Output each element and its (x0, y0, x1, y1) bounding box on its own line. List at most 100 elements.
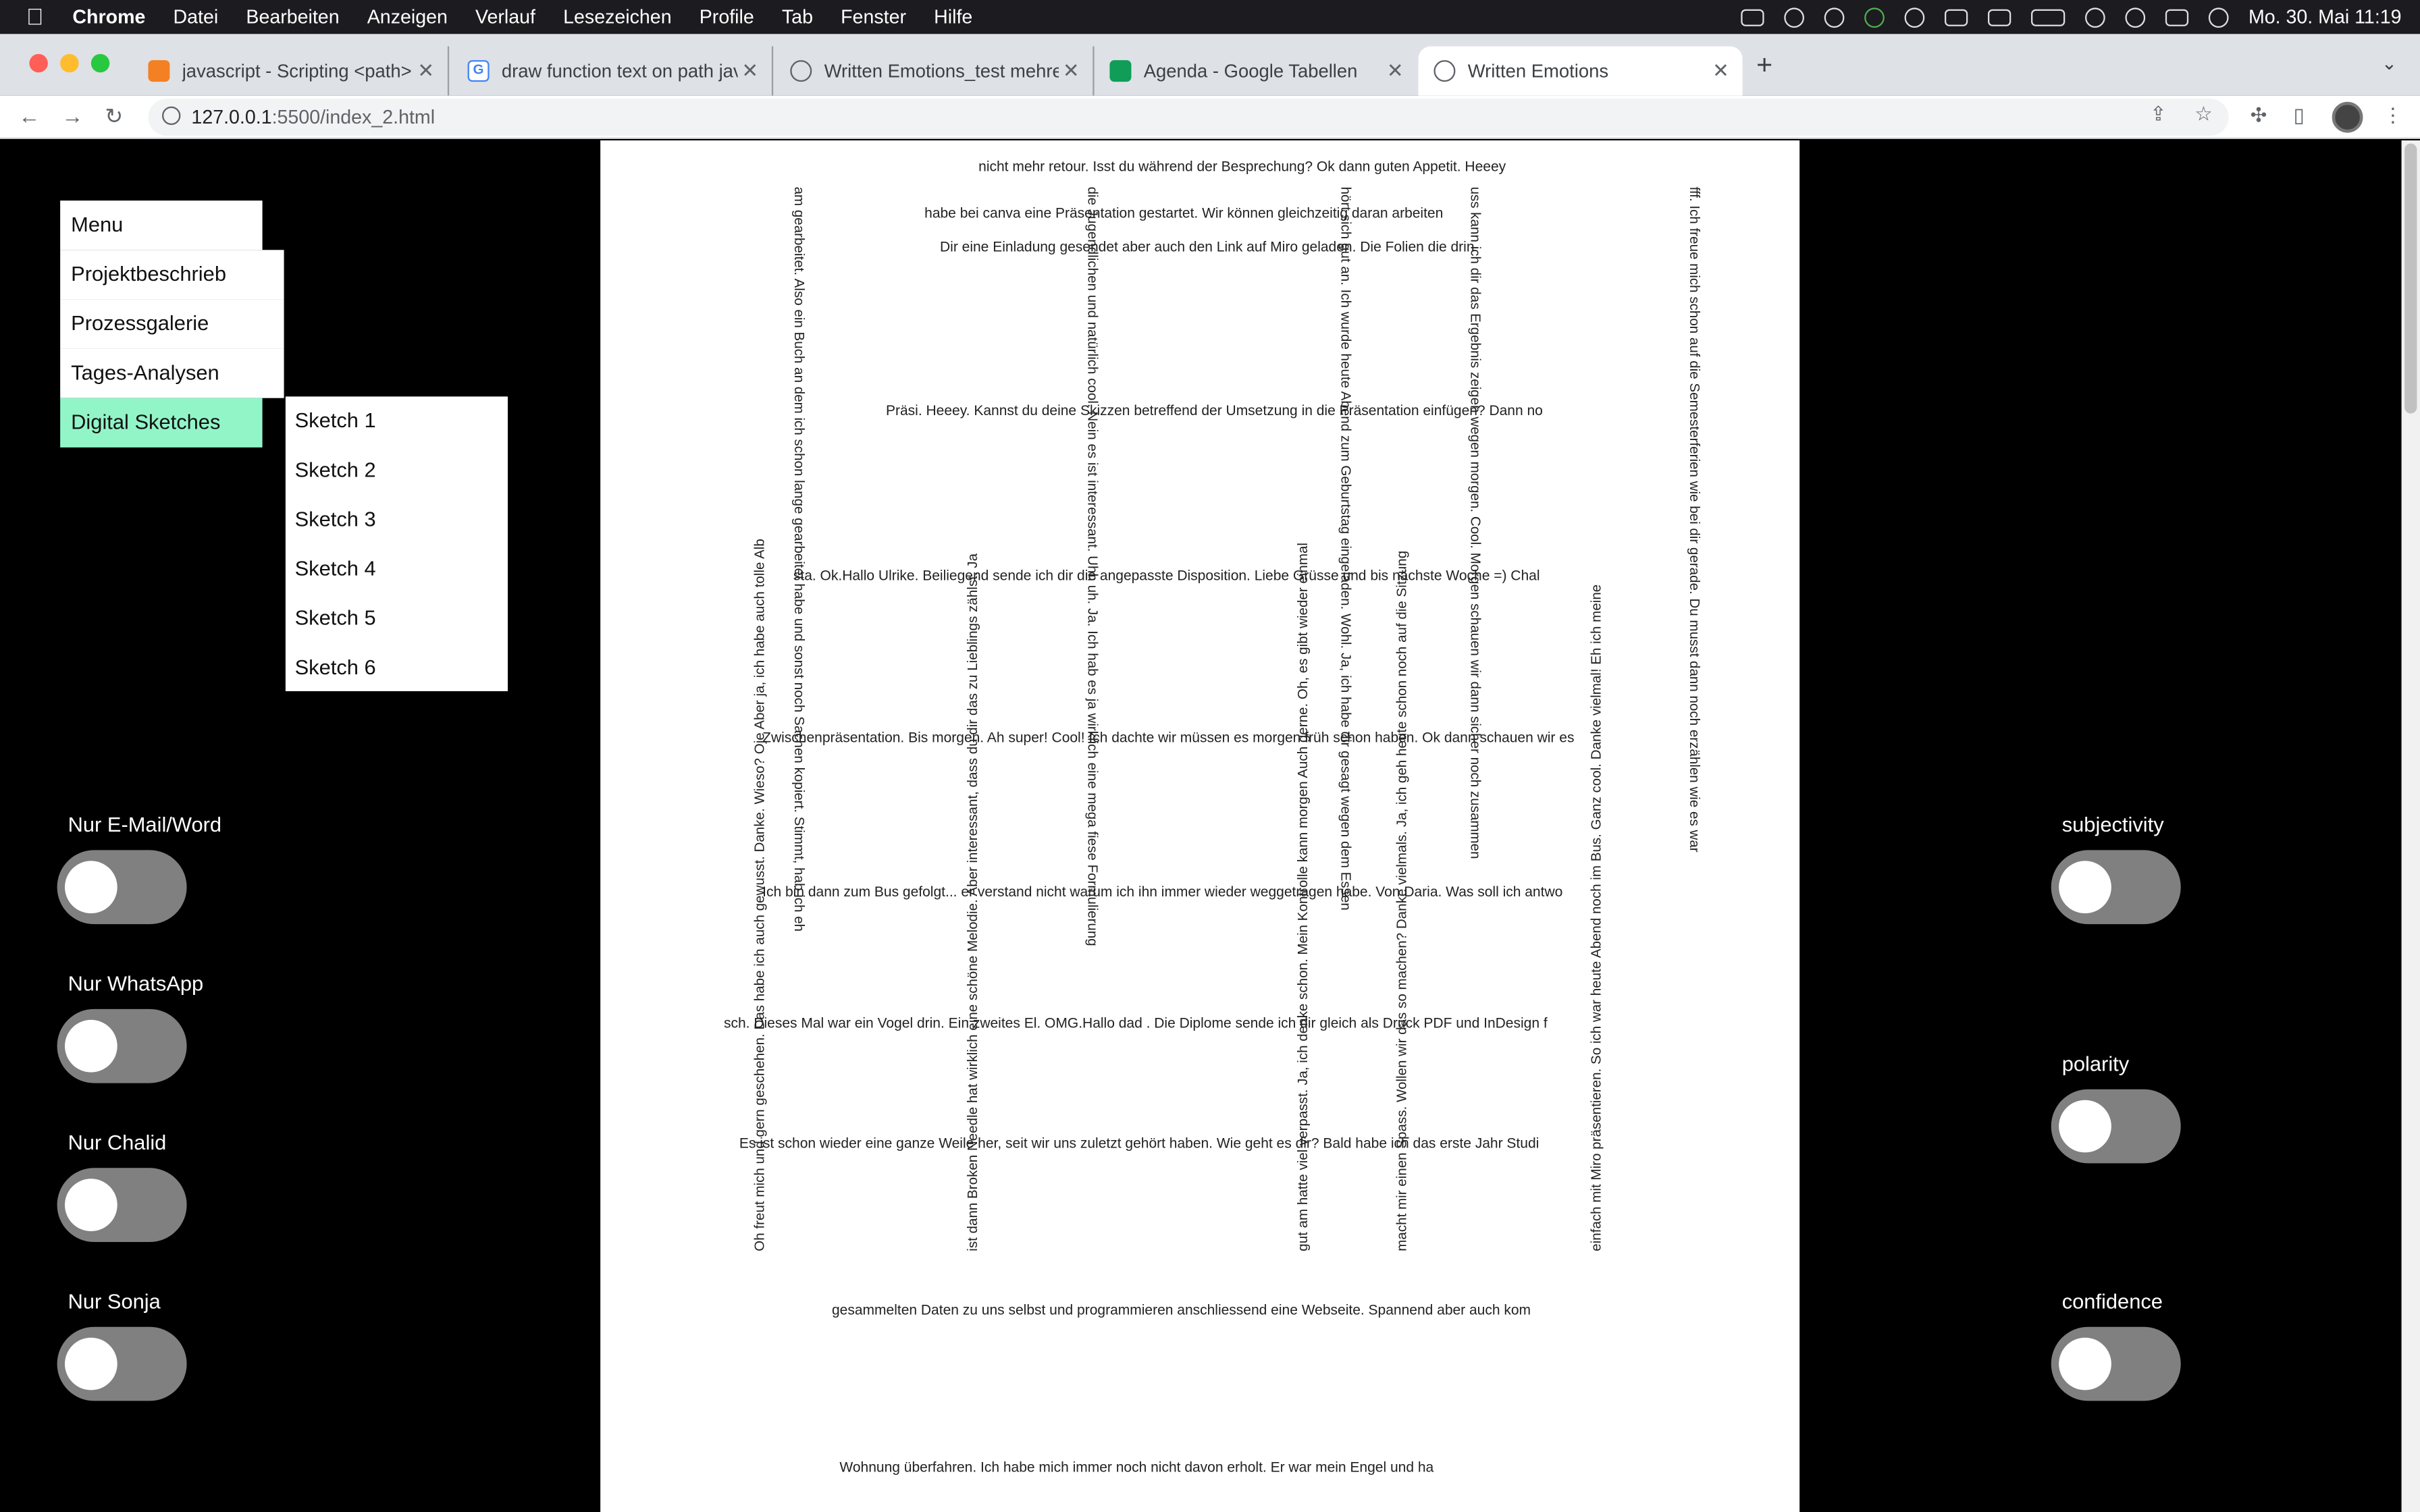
sketch-vertical-text: einfach mit Miro präsentieren. So ich wa… (1588, 584, 1604, 1251)
browser-tab[interactable]: javascript - Scripting <path> d ✕ (133, 46, 450, 96)
menu-bar-clock[interactable]: Mo. 30. Mai 11:19 (2248, 6, 2402, 28)
siri-icon[interactable] (2208, 7, 2229, 27)
toggle-label-subjectivity: subjectivity (2061, 813, 2164, 836)
toggle-confidence[interactable] (2051, 1326, 2181, 1401)
browser-tab[interactable]: G draw function text on path java ✕ (452, 46, 774, 96)
menu-profile[interactable]: Profile (700, 6, 754, 28)
menu-bearbeiten[interactable]: Bearbeiten (246, 6, 339, 28)
toggle-email-word[interactable] (57, 850, 187, 925)
evernote-icon[interactable] (1864, 7, 1885, 27)
toggle-sonja[interactable] (57, 1326, 187, 1401)
menu-item-tages-analysen[interactable]: Tages-Analysen (60, 348, 284, 398)
tab-search-chevron-icon[interactable]: ⌄ (2382, 53, 2397, 74)
reload-icon[interactable]: ↻ (105, 103, 123, 130)
share-icon[interactable]: ⇪ (2150, 102, 2167, 127)
google-icon: G (467, 60, 490, 82)
toggle-knob (65, 1019, 117, 1073)
new-tab-icon[interactable]: + (1756, 49, 1772, 82)
tab-title: Agenda - Google Tabellen (1143, 60, 1358, 82)
sketch-vertical-text: hört sich gut an. Ich wurde heute Abend … (1338, 186, 1354, 911)
close-window-icon[interactable] (29, 54, 48, 73)
sketch-text-line: gesammelten Daten zu uns selbst und prog… (832, 1302, 1531, 1318)
menu-fenster[interactable]: Fenster (841, 6, 906, 28)
more-menu-icon[interactable]: ⋮ (2383, 103, 2403, 128)
address-url[interactable]: 127.0.0.1:5500/index_2.html (191, 107, 435, 128)
script-icon[interactable] (1944, 8, 1968, 26)
extensions-icon[interactable]: ✣ (2251, 103, 2267, 128)
toggle-whatsapp[interactable] (57, 1008, 187, 1083)
sketch-text-line: sta. Ok.Hallo Ulrike. Beiliegend sende i… (793, 568, 1540, 584)
text-sketch-canvas: Präsi. Heeey. Kannst du deine Skizzen be… (600, 140, 1800, 1512)
sync-icon[interactable] (1824, 7, 1845, 27)
sketch-vertical-text: am gearbeitet. Also ein Buch an dem ich … (791, 186, 808, 932)
profile-avatar[interactable] (2332, 101, 2363, 133)
menu-tab[interactable]: Tab (782, 6, 813, 28)
sketch-vertical-text: fff. Ich freue mich schon auf die Semest… (1687, 186, 1703, 853)
submenu-item-sketch-1[interactable]: Sketch 1 (286, 396, 508, 446)
grid-icon[interactable] (1987, 8, 2011, 26)
menu-header[interactable]: Menu (60, 200, 263, 250)
toggle-label-email-word: Nur E-Mail/Word (68, 813, 222, 836)
vpn-icon[interactable] (1783, 7, 1804, 27)
sheets-icon (1109, 60, 1132, 82)
toggle-polarity[interactable] (2051, 1089, 2181, 1164)
sketch-submenu: Sketch 1 Sketch 2 Sketch 3 Sketch 4 Sket… (285, 396, 508, 693)
menu-datei[interactable]: Datei (174, 6, 219, 28)
sketch-text-line: nicht mehr retour. Isst du während der B… (978, 159, 1506, 175)
spotlight-search-icon[interactable] (2125, 7, 2145, 27)
sketch-vertical-text: uss kann ich dir das Ergebnis zeigen weg… (1467, 186, 1483, 859)
sketch-text-line: Präsi. Heeey. Kannst du deine Skizzen be… (886, 402, 1543, 418)
address-bar[interactable]: 127.0.0.1:5500/index_2.html ⇪ ☆ (148, 99, 2229, 136)
tab-close-icon[interactable]: ✕ (414, 59, 439, 84)
submenu-item-sketch-2[interactable]: Sketch 2 (286, 446, 508, 495)
toggle-subjectivity[interactable] (2051, 850, 2181, 925)
submenu-item-sketch-5[interactable]: Sketch 5 (286, 594, 508, 643)
bookmark-star-icon[interactable]: ☆ (2194, 102, 2213, 127)
forward-icon[interactable]: → (61, 103, 83, 128)
site-info-icon[interactable] (162, 106, 181, 126)
menu-item-prozessgalerie[interactable]: Prozessgalerie (60, 299, 284, 349)
sketch-text-line: Ich bin dann zum Bus gefolgt... er verst… (762, 884, 1563, 900)
menu-app-name[interactable]: Chrome (72, 6, 145, 28)
tab-close-icon[interactable]: ✕ (738, 59, 763, 84)
battery-icon[interactable] (2030, 8, 2065, 26)
sketch-text-line: Zwischenpräsentation. Bis morgen. Ah sup… (762, 730, 1575, 745)
tab-close-icon[interactable]: ✕ (1059, 59, 1084, 84)
tab-close-icon[interactable]: ✕ (1383, 59, 1408, 84)
browser-tab-active[interactable]: Written Emotions ✕ (1418, 46, 1743, 96)
cloud-icon[interactable] (1904, 7, 1924, 27)
sketch-vertical-text: die Jugendlichen und natürlich cool. Nei… (1084, 186, 1101, 946)
apple-icon[interactable]:  (26, 4, 48, 30)
back-icon[interactable]: ← (18, 103, 40, 128)
menu-item-digital-sketches[interactable]: Digital Sketches (60, 398, 263, 448)
control-center-icon[interactable] (2165, 8, 2188, 26)
tab-title: javascript - Scripting <path> d (182, 60, 414, 82)
sketch-vertical-text: gut am hatte viel verpasst. Ja, ich denk… (1294, 542, 1311, 1251)
toggle-chalid[interactable] (57, 1168, 187, 1243)
menu-lesezeichen[interactable]: Lesezeichen (563, 6, 671, 28)
submenu-item-sketch-6[interactable]: Sketch 6 (286, 643, 508, 693)
sketch-text-line: Dir eine Einladung gesendet aber auch de… (940, 239, 1475, 255)
submenu-item-sketch-3[interactable]: Sketch 3 (286, 495, 508, 545)
toggle-knob (65, 1179, 117, 1232)
tab-close-icon[interactable]: ✕ (1708, 59, 1733, 84)
menu-verlauf[interactable]: Verlauf (475, 6, 535, 28)
scrollbar-thumb[interactable] (2404, 143, 2417, 414)
browser-tab[interactable]: Agenda - Google Tabellen ✕ (1095, 47, 1417, 96)
tab-title: Written Emotions (1467, 60, 1609, 82)
menu-hilfe[interactable]: Hilfe (934, 6, 972, 28)
wifi-icon[interactable] (2084, 7, 2105, 27)
toggle-knob (2059, 861, 2111, 914)
menu-item-projektbeschrieb[interactable]: Projektbeschrieb (60, 250, 284, 300)
browser-tab[interactable]: Written Emotions_test mehrere ✕ (774, 46, 1095, 96)
toggle-knob (65, 1337, 117, 1390)
sketch-text-line: Es ist schon wieder eine ganze Weile her… (739, 1135, 1540, 1152)
menu-anzeigen[interactable]: Anzeigen (367, 6, 448, 28)
side-panel-icon[interactable]: ▯ (2294, 103, 2305, 128)
window-controls (29, 54, 110, 73)
zoom-window-icon[interactable] (90, 54, 110, 73)
sketch-text-line: sch. Dieses Mal war ein Vogel drin. Ein … (724, 1015, 1548, 1031)
submenu-item-sketch-4[interactable]: Sketch 4 (286, 545, 508, 594)
screen-record-icon[interactable] (1740, 8, 1764, 26)
minimize-window-icon[interactable] (60, 54, 79, 73)
